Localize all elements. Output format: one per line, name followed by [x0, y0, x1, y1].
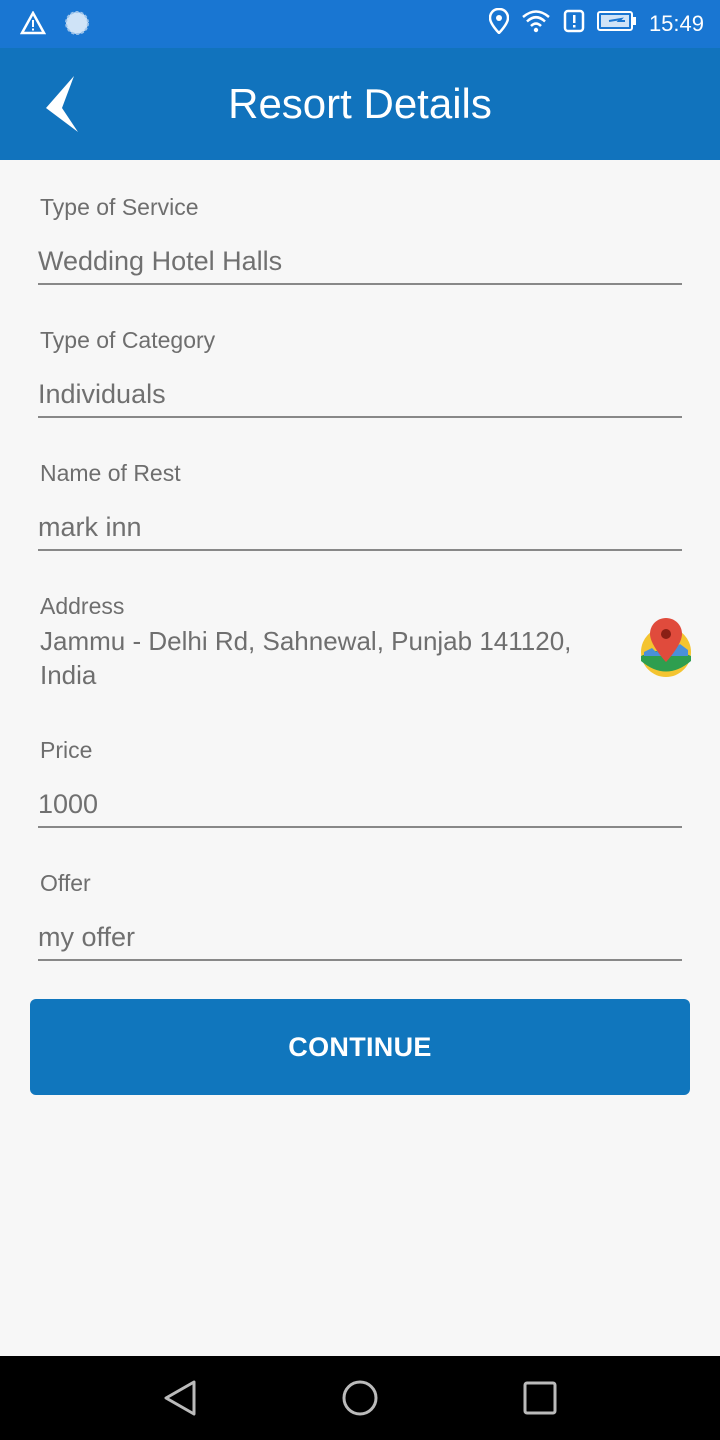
name-label: Name of Rest: [40, 460, 181, 486]
service-label: Type of Service: [40, 194, 199, 220]
price-label: Price: [40, 737, 93, 763]
battery-charging-icon: [596, 10, 637, 37]
offer-label: Offer: [40, 870, 91, 896]
location-icon: [488, 7, 510, 39]
name-field: Name of Rest mark inn: [38, 460, 682, 551]
price-field: Price 1000: [38, 737, 682, 828]
service-input[interactable]: Wedding Hotel Halls: [38, 246, 682, 285]
loading-icon: [64, 10, 90, 41]
back-triangle-icon: [164, 1380, 196, 1416]
alert-icon: [563, 9, 585, 38]
address-label: Address: [40, 593, 125, 619]
status-bar: 15:49: [0, 0, 720, 48]
home-circle-icon: [342, 1380, 378, 1416]
nav-back-button[interactable]: [162, 1378, 198, 1423]
address-value[interactable]: Jammu - Delhi Rd, Sahnewal, Punjab 14112…: [40, 624, 620, 692]
category-input[interactable]: Individuals: [38, 379, 682, 418]
category-label: Type of Category: [40, 327, 216, 353]
page-title: Resort Details: [228, 80, 492, 127]
offer-field: Offer my offer: [38, 870, 682, 961]
address-field: Address: [38, 593, 682, 620]
name-input[interactable]: mark inn: [38, 512, 682, 551]
category-field: Type of Category Individuals: [38, 327, 682, 418]
nav-recents-button[interactable]: [522, 1378, 558, 1423]
wifi-icon: [521, 9, 551, 38]
continue-button[interactable]: CONTINUE: [30, 999, 690, 1095]
warning-icon: [19, 10, 47, 40]
recents-square-icon: [523, 1381, 557, 1415]
map-pin-icon[interactable]: [638, 616, 694, 680]
service-field: Type of Service Wedding Hotel Halls: [38, 194, 682, 285]
nav-home-button[interactable]: [340, 1378, 380, 1423]
price-input[interactable]: 1000: [38, 789, 682, 828]
status-time: 15:49: [648, 10, 704, 36]
offer-input[interactable]: my offer: [38, 922, 682, 961]
nav-bar: [0, 1356, 720, 1440]
app-bar: Resort Details: [0, 48, 720, 160]
